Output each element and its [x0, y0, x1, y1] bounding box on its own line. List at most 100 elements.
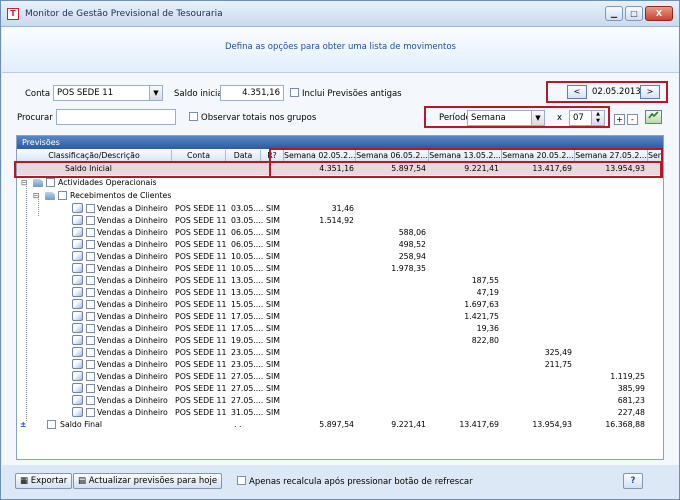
folder-icon: [33, 179, 43, 187]
window-title: Monitor de Gestão Previsional de Tesoura…: [25, 9, 223, 19]
saldo-final-w1: 5.897,54: [319, 420, 354, 429]
current-date: 02.05.2013: [592, 87, 641, 97]
document-icon: [72, 323, 83, 333]
conta-select[interactable]: POS SEDE 11 ▼: [53, 85, 163, 101]
expand-all-button[interactable]: +: [614, 114, 625, 125]
period-count-value: 07: [573, 113, 584, 123]
document-icon: [72, 371, 83, 381]
saldo-final-w3: 13.417,69: [459, 420, 499, 429]
document-icon: [72, 407, 83, 417]
app-window: T Monitor de Gestão Previsional de Tesou…: [0, 0, 680, 500]
document-icon: [72, 299, 83, 309]
row-checkbox[interactable]: [86, 372, 95, 381]
row-checkbox[interactable]: [86, 408, 95, 417]
sum-icon: ±: [20, 420, 27, 429]
collapse-all-button[interactable]: -: [627, 114, 638, 125]
row-checkbox[interactable]: [86, 348, 95, 357]
prev-date-button[interactable]: <: [567, 85, 587, 99]
group-checkbox[interactable]: [58, 191, 67, 200]
saldo-final-w2: 9.221,41: [391, 420, 426, 429]
period-count-stepper[interactable]: 07 ▲ ▼: [569, 110, 605, 126]
saldo-inicial-highlight: [14, 161, 662, 178]
periodo-select[interactable]: Semana ▼: [467, 110, 545, 126]
group-checkbox[interactable]: [46, 178, 55, 187]
row-checkbox[interactable]: [86, 252, 95, 261]
row-checkbox[interactable]: [86, 384, 95, 393]
chevron-down-icon[interactable]: ▼: [149, 86, 162, 100]
next-date-button[interactable]: >: [640, 85, 660, 99]
multiplier-label: x: [557, 113, 563, 123]
banner-text: Defina as opções para obter uma lista de…: [225, 42, 456, 52]
row-checkbox[interactable]: [86, 396, 95, 405]
document-icon: [72, 239, 83, 249]
document-icon: [72, 203, 83, 213]
document-icon: [72, 395, 83, 405]
calendar-icon: ▤: [78, 476, 89, 486]
actualizar-button[interactable]: ▤ Actualizar previsões para hoje: [73, 473, 223, 489]
folder-icon: [45, 192, 55, 200]
procurar-input[interactable]: [56, 109, 176, 125]
instructions-banner: Defina as opções para obter uma lista de…: [2, 27, 679, 73]
conta-label: Conta: [25, 89, 51, 99]
saldo-final-row[interactable]: ± Saldo Final . . 5.897,54 9.221,41 13.4…: [17, 418, 663, 431]
saldo-inicial-input[interactable]: 4.351,16: [220, 85, 284, 101]
document-icon: [72, 227, 83, 237]
minimize-button[interactable]: ▁: [605, 6, 623, 21]
row-checkbox[interactable]: [86, 300, 95, 309]
periodo-value: Semana: [471, 113, 506, 123]
incluir-previsoes-checkbox[interactable]: [290, 88, 299, 97]
spin-icon[interactable]: ▲ ▼: [591, 111, 604, 125]
app-icon: T: [7, 8, 19, 20]
actualizar-label: Actualizar previsões para hoje: [88, 476, 218, 486]
row-checkbox[interactable]: [86, 204, 95, 213]
row-checkbox[interactable]: [86, 336, 95, 345]
chevron-down-icon[interactable]: ▼: [531, 111, 544, 125]
conta-value: POS SEDE 11: [57, 88, 114, 98]
row-checkbox[interactable]: [86, 228, 95, 237]
tree-line: [26, 184, 27, 421]
document-icon: [72, 335, 83, 345]
row-checkbox[interactable]: [86, 288, 95, 297]
observar-totais-checkbox[interactable]: [189, 112, 198, 121]
row-checkbox[interactable]: [86, 360, 95, 369]
row-checkbox[interactable]: [86, 216, 95, 225]
document-icon: [72, 263, 83, 273]
document-icon: [72, 359, 83, 369]
saldo-final-checkbox[interactable]: [47, 420, 56, 429]
row-checkbox[interactable]: [86, 276, 95, 285]
document-icon: [72, 215, 83, 225]
document-icon: [72, 287, 83, 297]
group-label: Recebimentos de Clientes: [70, 191, 172, 200]
close-button[interactable]: X: [645, 6, 673, 21]
document-icon: [72, 275, 83, 285]
maximize-button[interactable]: □: [625, 6, 643, 21]
refresh-icon[interactable]: [645, 110, 662, 124]
observar-totais-label: Observar totais nos grupos: [201, 113, 317, 123]
row-checkbox[interactable]: [86, 324, 95, 333]
recalcula-checkbox[interactable]: [237, 476, 246, 485]
options-panel: Conta POS SEDE 11 ▼ Saldo inicial 4.351,…: [2, 73, 679, 465]
title-bar: T Monitor de Gestão Previsional de Tesou…: [1, 1, 679, 27]
saldo-inicial-label: Saldo inicial: [174, 89, 225, 99]
tree-line: [38, 196, 39, 216]
document-icon: [72, 383, 83, 393]
periodo-label: Período: [439, 113, 471, 123]
document-icon: [72, 251, 83, 261]
exportar-label: Exportar: [30, 476, 68, 486]
exportar-button[interactable]: ▦ Exportar: [15, 473, 73, 489]
procurar-label: Procurar :: [17, 113, 59, 123]
saldo-final-w4: 13.954,93: [532, 420, 572, 429]
saldo-final-data: . .: [234, 420, 242, 429]
row-checkbox[interactable]: [86, 240, 95, 249]
previsoes-grid: Previsões Classificação/Descrição Conta …: [16, 135, 664, 460]
recalcula-label: Apenas recalcula após pressionar botão d…: [249, 477, 473, 487]
export-icon: ▦: [20, 476, 31, 486]
document-icon: [72, 347, 83, 357]
help-button[interactable]: ?: [623, 473, 643, 489]
incluir-previsoes-label: Inclui Previsões antigas: [302, 89, 402, 99]
row-checkbox[interactable]: [86, 264, 95, 273]
saldo-final-label: Saldo Final: [60, 420, 103, 429]
row-checkbox[interactable]: [86, 312, 95, 321]
document-icon: [72, 311, 83, 321]
group-recebimentos[interactable]: ⊟ Recebimentos de Clientes: [17, 189, 663, 202]
